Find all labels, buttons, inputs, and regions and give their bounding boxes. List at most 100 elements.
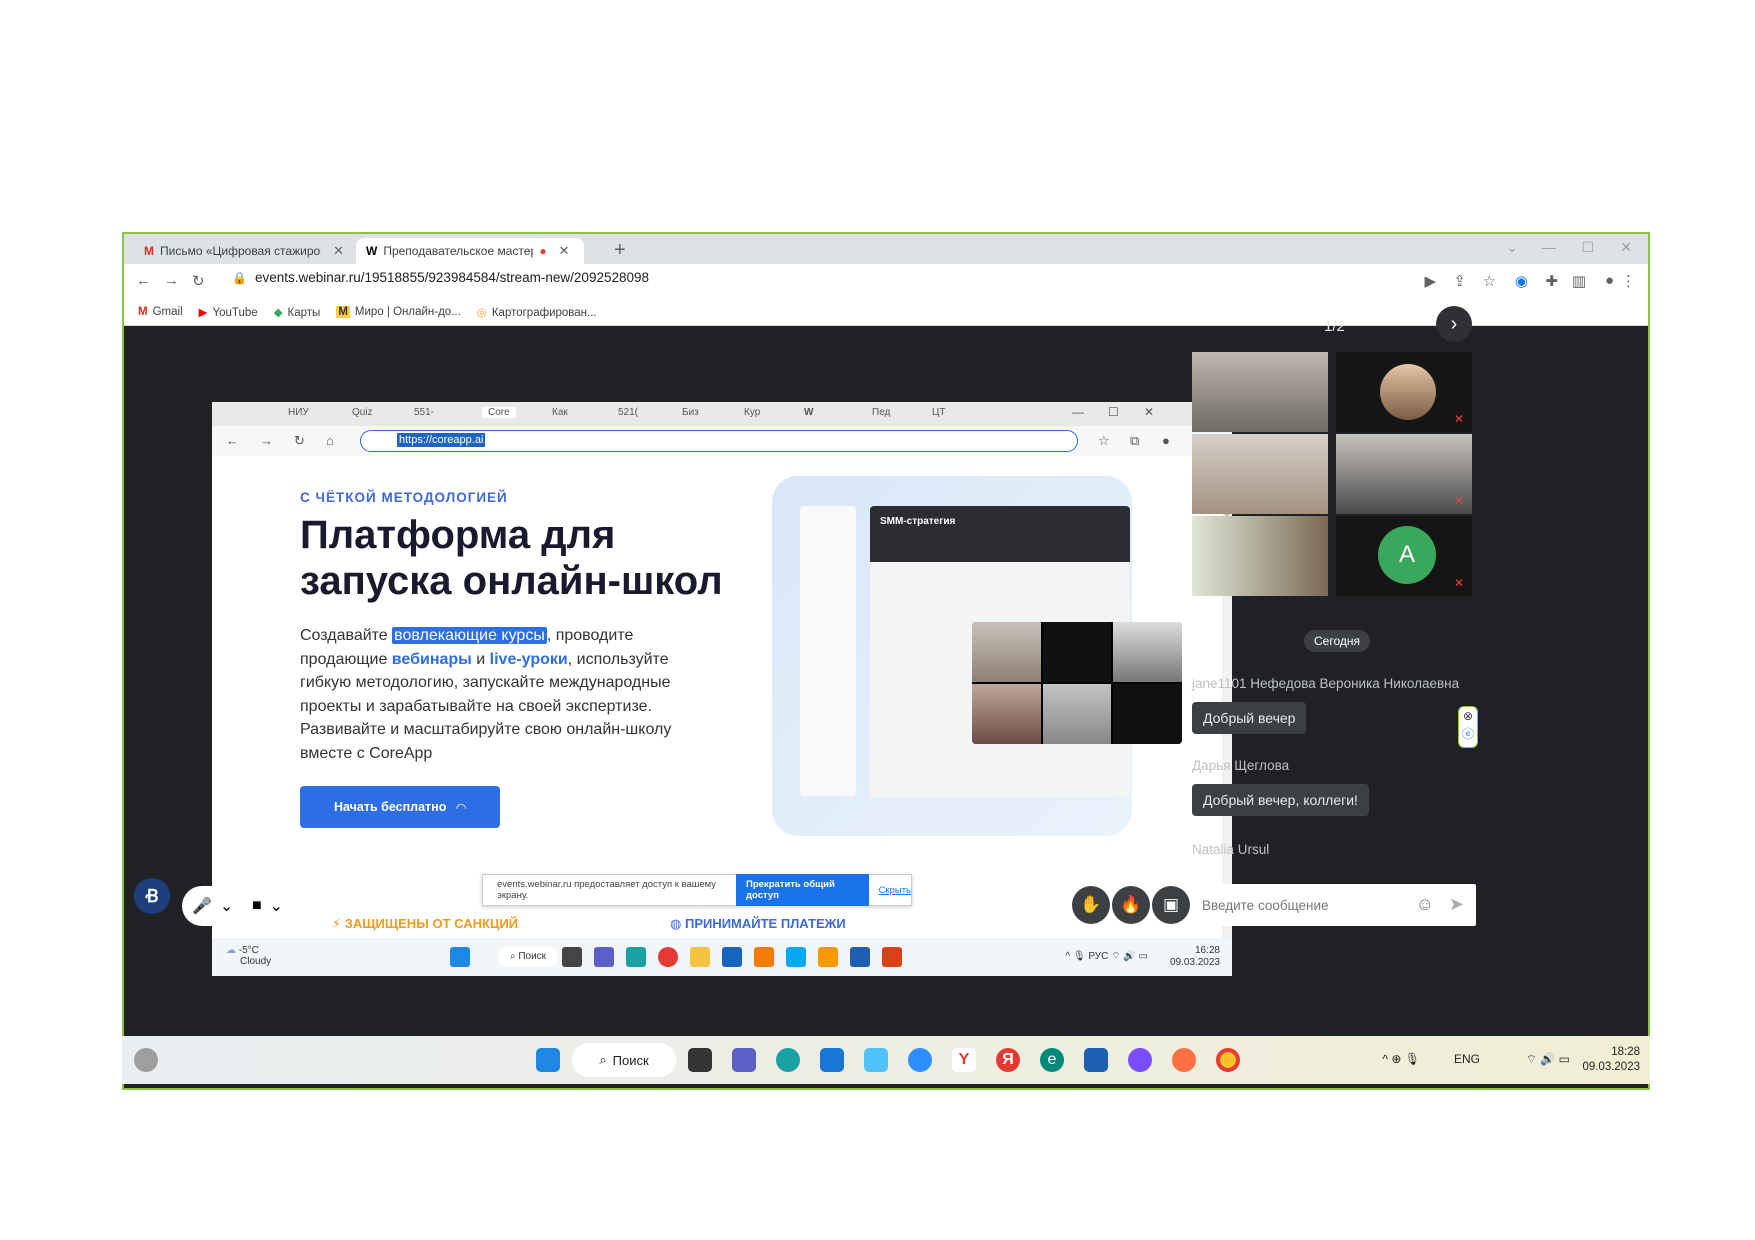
windows-start-icon[interactable] xyxy=(536,1048,560,1072)
shared-address-bar: https://coreapp.ai xyxy=(360,430,1078,452)
firefox-icon[interactable] xyxy=(1172,1048,1196,1072)
chevron-right-icon: › xyxy=(1450,313,1458,335)
lock-icon: 🔒 xyxy=(232,271,247,285)
forward-icon: → xyxy=(260,433,273,448)
participant-video[interactable]: A ✕ xyxy=(1336,516,1472,596)
powerpoint-icon xyxy=(882,947,902,967)
home-icon: ⌂ xyxy=(326,433,334,448)
star-icon[interactable]: ☆ xyxy=(1483,272,1496,290)
bookmark-youtube[interactable]: ▶ YouTube xyxy=(199,305,258,319)
back-icon[interactable]: ← xyxy=(136,272,151,289)
teams-icon[interactable] xyxy=(732,1048,756,1072)
windows-icon xyxy=(450,947,470,967)
e-app-icon[interactable]: e xyxy=(1040,1048,1064,1072)
os-clock[interactable]: 18:28 09.03.2023 xyxy=(1582,1045,1640,1075)
close-circle-icon[interactable]: ⊗ xyxy=(1459,707,1477,725)
university-logo-icon: Ꞗ xyxy=(145,886,159,906)
opera-icon xyxy=(658,947,678,967)
e-icon[interactable]: ⓔ xyxy=(1459,725,1477,743)
os-search[interactable]: ⌕ Поиск xyxy=(572,1043,676,1077)
feature-sanctions: ⚡ ЗАЩИЩЕНЫ ОТ САНКЦИЙ xyxy=(332,916,519,931)
tab-webinar[interactable]: W Преподавательское мастер ● ✕ xyxy=(356,238,584,264)
shared-tab: Пед xyxy=(872,407,891,418)
chat-author: Дарья Щеглова xyxy=(1192,758,1290,773)
hide-banner-link: Скрыть xyxy=(878,884,911,896)
minimize-icon[interactable]: — xyxy=(1542,239,1556,255)
camera-control[interactable]: ■ ⌄ xyxy=(242,886,294,926)
close-icon[interactable]: ✕ xyxy=(333,243,344,259)
tab-gmail-letter[interactable]: M Письмо «Цифровая стажировка ✕ xyxy=(134,238,354,264)
yandex-browser-icon[interactable]: Y xyxy=(952,1048,976,1072)
stop-sharing-button: Прекратить общий доступ xyxy=(736,874,869,906)
system-tray[interactable]: ^ ⊕ 🎙 xyxy=(1382,1052,1420,1066)
gmail-icon: M xyxy=(144,244,154,258)
new-tab-button[interactable]: + xyxy=(614,240,626,260)
screencast-icon[interactable]: ◉ xyxy=(1515,272,1528,290)
outlook-icon xyxy=(722,947,742,967)
share-icon[interactable]: ⇪ xyxy=(1453,272,1466,290)
video-tile xyxy=(1113,684,1182,744)
video-tile xyxy=(1042,622,1112,682)
bookmark-miro[interactable]: M Миро | Онлайн-до... xyxy=(336,305,461,318)
network-sound-battery[interactable]: ⌔ 🔊 ▭ xyxy=(1526,1052,1570,1067)
puzzle-icon[interactable]: ✚ xyxy=(1545,272,1558,290)
chat-author: Natalia Ursul xyxy=(1192,842,1270,857)
zoom-icon[interactable] xyxy=(908,1048,932,1072)
layout-button[interactable]: ▣ xyxy=(1152,886,1190,924)
app-circle-icon[interactable] xyxy=(1128,1048,1152,1072)
screen-share-banner: events.webinar.ru предоставляет доступ к… xyxy=(482,874,912,906)
side-widget[interactable]: ⊗ ⓔ xyxy=(1458,706,1478,748)
participant-video[interactable]: ✕ xyxy=(1336,352,1472,432)
camera-icon[interactable]: ▶ xyxy=(1424,272,1436,290)
raise-hand-button[interactable]: ✋ xyxy=(1072,886,1110,924)
gmail-icon: M xyxy=(138,305,148,318)
yandex-icon[interactable]: Я xyxy=(996,1048,1020,1072)
chat-message-input[interactable]: Введите сообщение ☺ ➤ xyxy=(1192,884,1476,926)
chrome-icon[interactable] xyxy=(1216,1048,1240,1072)
bookmark-mapping[interactable]: ◎ Картографирован... xyxy=(477,305,597,319)
app-icon xyxy=(754,947,774,967)
shared-tab: Quiz xyxy=(352,407,373,418)
reactions-button[interactable]: 🔥 xyxy=(1112,886,1150,924)
profile-icon[interactable]: ● xyxy=(1605,272,1614,289)
widgets-icon[interactable] xyxy=(134,1048,158,1072)
language-indicator[interactable]: ENG xyxy=(1454,1052,1480,1066)
next-page-button[interactable]: › xyxy=(1436,306,1472,342)
bolt-icon: ⚡ xyxy=(332,916,345,931)
edge-icon[interactable] xyxy=(776,1048,800,1072)
picture-in-picture-icon: ▣ xyxy=(1162,895,1180,914)
close-window-icon[interactable]: ✕ xyxy=(1620,239,1632,256)
microphone-icon[interactable]: 🎤 xyxy=(192,896,212,916)
address-bar[interactable]: 🔒 events.webinar.ru/19518855/923984584/st… xyxy=(232,270,649,285)
participant-video[interactable] xyxy=(1192,352,1328,432)
image-app-icon[interactable] xyxy=(864,1048,888,1072)
shared-tab: НИУ xyxy=(288,407,309,418)
microphone-control[interactable]: 🎤 ⌄ xyxy=(182,886,244,926)
word-icon[interactable] xyxy=(1084,1048,1108,1072)
maximize-icon[interactable]: ☐ xyxy=(1581,239,1594,256)
browser-toolbar: ← → ↻ 🔒 events.webinar.ru/19518855/923984… xyxy=(124,264,1648,298)
bookmark-gmail[interactable]: M Gmail xyxy=(138,306,183,318)
send-icon[interactable]: ➤ xyxy=(1449,894,1464,915)
forward-icon[interactable]: → xyxy=(164,272,179,289)
shared-tab: 521( xyxy=(618,407,639,418)
side-panel-icon[interactable]: ▥ xyxy=(1572,272,1586,290)
close-icon[interactable]: ✕ xyxy=(559,243,570,259)
task-view-icon[interactable] xyxy=(688,1048,712,1072)
bookmark-maps[interactable]: ◆ Карты xyxy=(274,305,321,319)
mail-icon[interactable] xyxy=(820,1048,844,1072)
menu-dots-icon[interactable]: ⋮ xyxy=(1621,272,1636,290)
emoji-icon[interactable]: ☺ xyxy=(1416,894,1434,915)
reload-icon[interactable]: ↻ xyxy=(192,272,205,290)
maximize-icon: ☐ xyxy=(1108,405,1119,419)
participant-video[interactable]: ✕ xyxy=(1336,434,1472,514)
chevron-down-icon[interactable]: ⌄ xyxy=(220,896,233,916)
chevron-down-icon[interactable]: ⌄ xyxy=(270,896,283,916)
close-icon: ✕ xyxy=(1144,405,1155,419)
participant-video[interactable] xyxy=(1192,516,1328,596)
chevron-down-icon[interactable]: ⌄ xyxy=(1506,239,1518,256)
participant-video[interactable] xyxy=(1192,434,1328,514)
map-pin-icon: ◆ xyxy=(273,306,283,319)
compass-icon: ◎ xyxy=(476,306,487,319)
camera-icon[interactable]: ■ xyxy=(252,897,262,915)
